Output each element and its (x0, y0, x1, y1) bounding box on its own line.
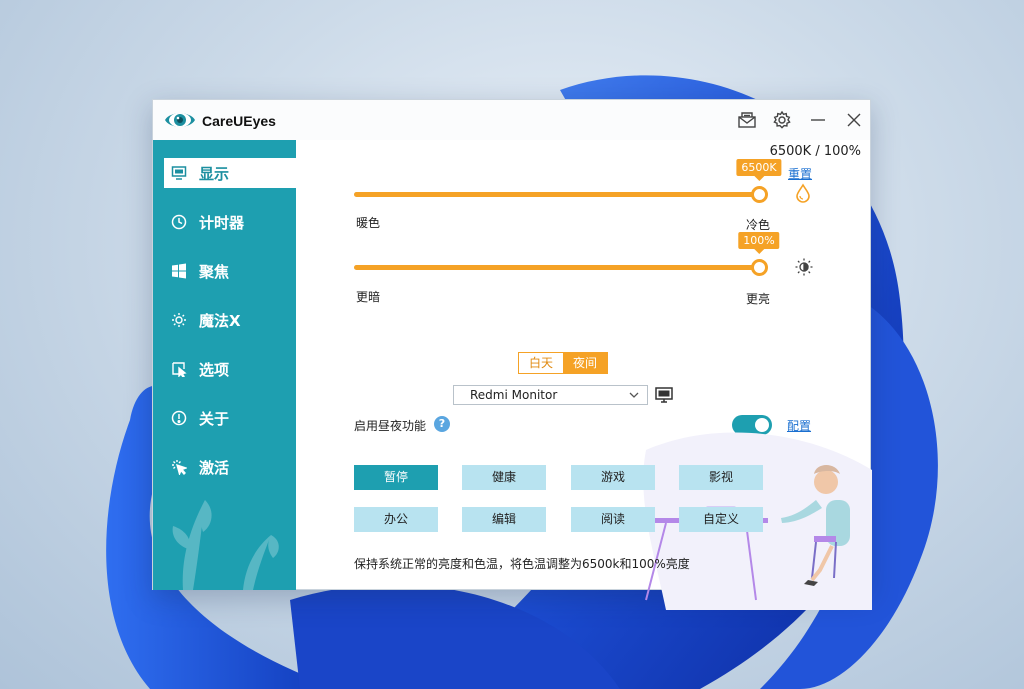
preset-edit[interactable]: 编辑 (462, 507, 546, 532)
display-panel: 6500K / 100% 重置 6500K 暖色 冷色 100% 更暗 更亮 白… (296, 140, 872, 610)
preset-pause[interactable]: 暂停 (354, 465, 438, 490)
sidebar-item-label: 关于 (199, 409, 230, 428)
sidebar-item-magic[interactable]: 魔法X (164, 305, 296, 335)
day-night-feature-label: 启用昼夜功能 (354, 419, 427, 433)
warm-label: 暖色 (356, 216, 381, 230)
close-button[interactable] (843, 109, 865, 131)
monitor-icon[interactable] (654, 385, 674, 405)
sparkle-cursor-icon (170, 458, 188, 476)
sun-icon (170, 311, 188, 329)
brightness-fill (354, 265, 759, 270)
sidebar-item-label: 聚焦 (199, 262, 230, 281)
sidebar-item-timer[interactable]: 计时器 (164, 207, 296, 237)
brightness-slider[interactable]: 100% (354, 232, 780, 276)
brighter-label: 更亮 (746, 292, 771, 306)
sidebar-item-activate[interactable]: 激活 (164, 452, 296, 482)
color-temperature-fill (354, 192, 759, 197)
windows-icon (170, 262, 188, 280)
preset-custom[interactable]: 自定义 (679, 507, 763, 532)
sidebar-item-label: 激活 (199, 458, 230, 477)
gear-icon (773, 110, 791, 129)
color-temperature-tooltip: 6500K (736, 159, 782, 181)
brightness-icon[interactable] (794, 257, 814, 277)
sidebar-item-label: 显示 (199, 164, 230, 183)
sidebar-item-label: 魔法X (199, 311, 241, 330)
title-bar: CareUEyes (153, 100, 870, 140)
clock-icon (170, 213, 188, 231)
sidebar-item-options[interactable]: 选项 (164, 354, 296, 384)
close-icon (847, 113, 861, 127)
temperature-brightness-readout: 6500K / 100% (769, 144, 861, 159)
darker-label: 更暗 (356, 290, 381, 304)
preset-office[interactable]: 办公 (354, 507, 438, 532)
monitor-select-value: Redmi Monitor (470, 388, 558, 402)
monitor-icon (170, 164, 188, 182)
app-title: CareUEyes (202, 113, 276, 129)
brightness-thumb[interactable] (751, 259, 768, 276)
brightness-tooltip: 100% (738, 232, 780, 254)
preset-game[interactable]: 游戏 (571, 465, 655, 490)
sidebar-item-focus[interactable]: 聚焦 (164, 256, 296, 286)
help-icon[interactable]: ? (434, 416, 450, 432)
info-icon (170, 409, 188, 427)
preset-movie[interactable]: 影视 (679, 465, 763, 490)
pointer-icon (170, 360, 188, 378)
mail-button[interactable] (736, 109, 758, 131)
night-tab[interactable]: 夜间 (563, 353, 608, 373)
color-temperature-thumb[interactable] (751, 186, 768, 203)
preset-read[interactable]: 阅读 (571, 507, 655, 532)
cool-label: 冷色 (746, 218, 771, 232)
preset-description: 保持系统正常的亮度和色温，将色温调整为6500k和100%亮度 (354, 557, 690, 571)
sidebar-item-label: 选项 (199, 360, 230, 379)
sidebar: 显示 计时器 聚焦 魔法X 选项 关于 激活 (153, 140, 296, 590)
water-drop-icon[interactable] (793, 183, 813, 203)
sidebar-item-display[interactable]: 显示 (164, 158, 296, 188)
color-temperature-slider[interactable]: 6500K (354, 159, 782, 203)
mail-icon (738, 112, 756, 128)
reset-link[interactable]: 重置 (788, 165, 812, 182)
monitor-select[interactable]: Redmi Monitor (453, 385, 648, 405)
sidebar-item-about[interactable]: 关于 (164, 403, 296, 433)
sidebar-item-label: 计时器 (199, 213, 245, 232)
settings-button[interactable] (771, 109, 793, 131)
eye-logo-icon (165, 113, 195, 127)
chevron-down-icon (629, 392, 639, 398)
day-night-switch: 白天 夜间 (518, 352, 609, 374)
leaf-decoration (172, 500, 279, 590)
minimize-icon (811, 119, 825, 121)
day-tab[interactable]: 白天 (519, 353, 564, 373)
preset-health[interactable]: 健康 (462, 465, 546, 490)
careueyes-window: CareUEyes 显示 计时器 聚焦 魔法X 选项 关于 激活 6500K /… (152, 99, 872, 610)
minimize-button[interactable] (807, 109, 829, 131)
